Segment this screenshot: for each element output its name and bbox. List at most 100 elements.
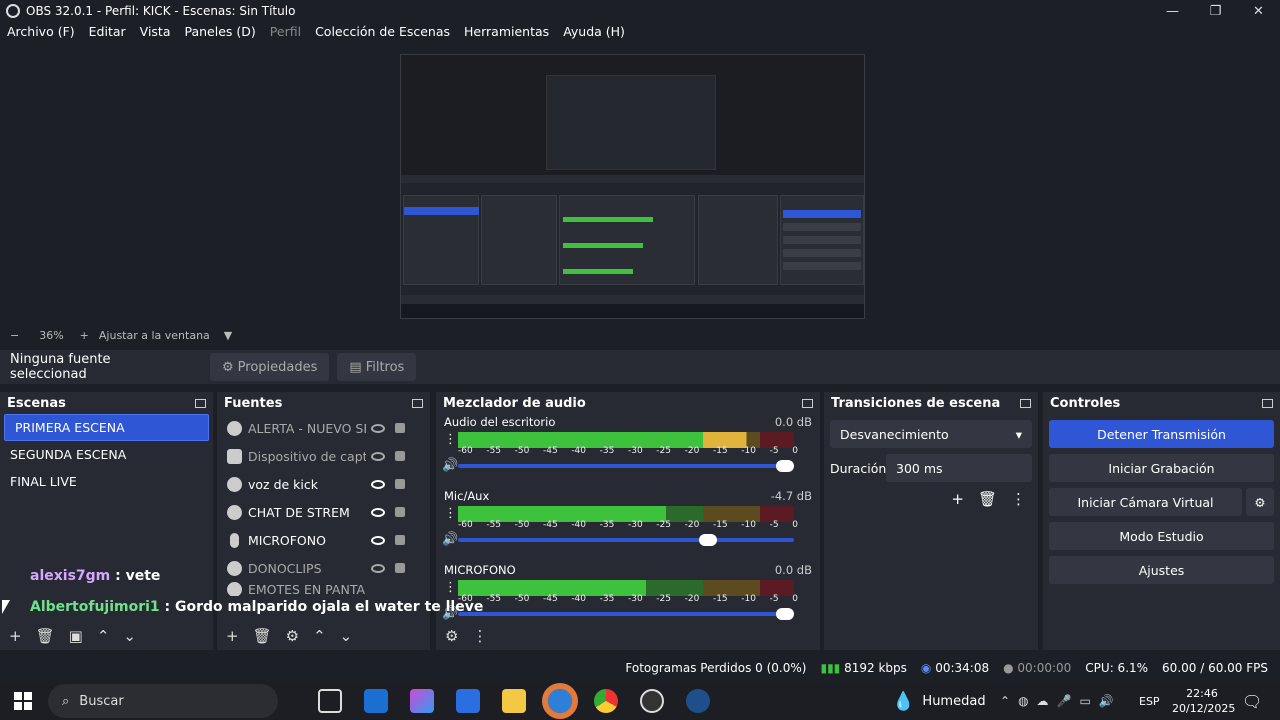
studio-mode-button[interactable]: Modo Estudio [1049,522,1274,550]
copilot-icon[interactable] [410,689,434,713]
start-virtual-camera-button[interactable]: Iniciar Cámara Virtual [1049,488,1242,516]
microphone-tray-icon[interactable]: 🎤 [1057,694,1072,708]
add-transition-button[interactable]: + [951,490,964,508]
source-item[interactable]: ALERTA - NUEVO SEG [217,414,430,442]
filters-button[interactable]: ▤ Filtros [337,353,417,381]
outlook-icon[interactable] [364,689,388,713]
volume-slider[interactable] [458,460,794,472]
lock-icon[interactable] [395,535,405,545]
mixer-menu-button[interactable]: ⋮ [472,627,487,645]
menu-ayuda[interactable]: Ayuda (H) [563,24,625,44]
kebab-menu-icon[interactable]: ⋮ [444,506,457,521]
close-button[interactable]: ✕ [1237,0,1280,22]
undock-icon[interactable] [1020,398,1031,408]
transition-menu-button[interactable]: ⋮ [1011,490,1026,508]
scene-item-segunda[interactable]: SEGUNDA ESCENA [0,441,213,468]
preview-canvas[interactable] [400,54,865,319]
eye-icon[interactable] [371,479,385,489]
kebab-menu-icon[interactable]: ⋮ [444,432,457,447]
hidden-eye-icon[interactable] [371,423,385,433]
zoom-dropdown-caret[interactable]: ▼ [224,329,232,342]
move-up-button[interactable]: ⌃ [313,627,326,645]
source-item[interactable]: DONOCLIPS [217,554,430,582]
undock-icon[interactable] [1262,398,1273,408]
menu-perfil[interactable]: Perfil [270,24,301,44]
volume-slider[interactable] [458,534,794,546]
lock-icon[interactable] [395,507,405,517]
obs-taskbar-icon[interactable] [640,689,664,713]
volume-slider-knob[interactable] [776,608,794,620]
network-icon[interactable]: ▭ [1080,694,1091,708]
weather-widget[interactable]: 💧 Humedad [892,691,986,712]
eye-icon[interactable] [371,507,385,517]
volume-slider-knob[interactable] [698,534,717,546]
taskbar-search[interactable]: ⌕ Buscar [48,684,278,718]
stop-streaming-button[interactable]: Detener Transmisión [1049,420,1274,448]
source-item[interactable]: CHAT DE STREM [217,498,430,526]
scene-item-primera[interactable]: PRIMERA ESCENA [4,414,209,441]
start-button[interactable] [14,692,32,710]
zoom-out-button[interactable]: − [10,329,19,342]
cloud-icon[interactable]: ☁ [1037,694,1049,708]
volume-icon[interactable]: 🔊 [1099,694,1114,708]
source-item[interactable]: EMOTES EN PANTALL [217,582,430,596]
undock-icon[interactable] [195,398,206,408]
gear-icon[interactable]: ⚙ [1246,488,1274,516]
volume-slider-knob[interactable] [776,460,794,472]
restore-button[interactable]: ❐ [1194,0,1237,22]
kebab-menu-icon[interactable]: ⋮ [444,580,457,595]
duration-input[interactable]: 300 ms [886,454,1032,482]
volume-slider[interactable] [458,608,794,620]
obs-tray-icon[interactable]: ◍ [1018,694,1028,708]
undock-icon[interactable] [802,398,813,408]
steam-icon[interactable] [686,689,710,713]
remove-transition-button[interactable]: 🗑 [978,490,997,508]
properties-button[interactable]: ⚙ Propiedades [210,353,330,381]
eye-icon[interactable] [371,535,385,545]
explorer-icon[interactable] [502,689,526,713]
settings-button[interactable]: Ajustes [1049,556,1274,584]
chrome-icon[interactable] [594,689,618,713]
scene-item-final[interactable]: FINAL LIVE [0,468,213,495]
remove-source-button[interactable]: 🗑 [253,627,272,645]
lock-icon[interactable] [395,479,405,489]
move-down-button[interactable]: ⌄ [123,627,136,645]
scene-filters-button[interactable]: ▣ [69,627,83,645]
source-item[interactable]: Dispositivo de captur [217,442,430,470]
minimize-button[interactable]: — [1151,0,1194,22]
menu-editar[interactable]: Editar [89,24,126,44]
source-item[interactable]: MICROFONO [217,526,430,554]
task-view-icon[interactable] [318,689,342,713]
volume-icon[interactable]: 🔊 [442,532,458,547]
menu-vista[interactable]: Vista [140,24,171,44]
add-source-button[interactable]: + [226,627,239,645]
store-icon[interactable] [456,689,480,713]
eye-icon[interactable] [371,563,385,573]
edge-icon[interactable] [542,683,578,719]
notifications-icon[interactable]: 🗨 [1242,692,1262,711]
lock-icon[interactable] [395,563,405,573]
volume-icon[interactable]: 🔊 [442,458,458,473]
chevron-up-icon[interactable]: ⌃ [1000,694,1010,708]
clock[interactable]: 22:46 20/12/2025 [1172,686,1235,716]
source-item[interactable]: voz de kick [217,470,430,498]
add-scene-button[interactable]: + [9,627,22,645]
start-recording-button[interactable]: Iniciar Grabación [1049,454,1274,482]
remove-scene-button[interactable]: 🗑 [36,627,55,645]
undock-icon[interactable] [412,398,423,408]
language-indicator[interactable]: ESP [1139,695,1160,708]
zoom-in-button[interactable]: + [80,329,89,342]
move-up-button[interactable]: ⌃ [97,627,110,645]
hidden-eye-icon[interactable] [371,451,385,461]
source-settings-button[interactable]: ⚙ [286,627,299,645]
menu-coleccion-escenas[interactable]: Colección de Escenas [315,24,450,44]
menu-archivo[interactable]: Archivo (F) [7,24,75,44]
lock-icon[interactable] [395,451,405,461]
transition-select[interactable]: Desvanecimiento ▾ [830,420,1032,448]
fit-window-label[interactable]: Ajustar a la ventana [99,329,210,342]
menu-herramientas[interactable]: Herramientas [464,24,549,44]
lock-icon[interactable] [395,423,405,433]
menu-paneles[interactable]: Paneles (D) [185,24,256,44]
advanced-audio-button[interactable]: ⚙ [445,627,458,645]
move-down-button[interactable]: ⌄ [340,627,353,645]
